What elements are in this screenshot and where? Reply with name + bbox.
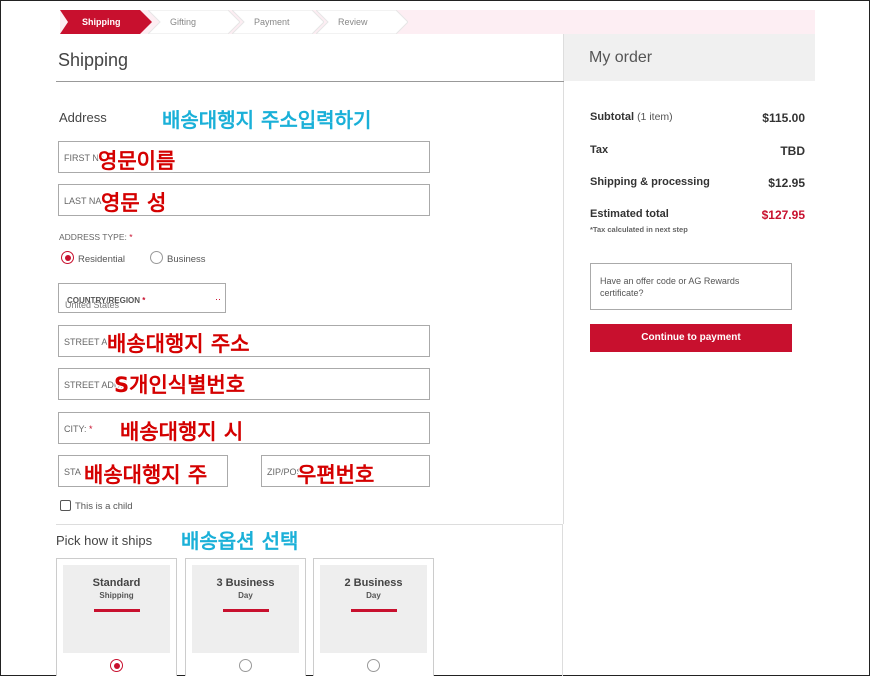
required-mark: *	[89, 424, 93, 434]
ship-option-body: 2 Business Day	[320, 565, 427, 653]
divider	[56, 81, 564, 82]
ship-option-radio[interactable]	[239, 659, 252, 672]
state-placeholder: STA	[64, 467, 81, 477]
chevron-down-icon: ‥	[214, 292, 221, 302]
annotation-first-name: 영문이름	[98, 149, 176, 173]
step-shipping[interactable]: Shipping	[60, 10, 152, 34]
offer-placeholder: Have an offer code or AG Rewards certifi…	[600, 276, 740, 298]
annotation-street2: S개인식별번호	[114, 373, 246, 397]
tax-note: *Tax calculated in next step	[590, 225, 688, 234]
last-name-placeholder: LAST NA	[64, 196, 102, 206]
required-mark: *	[129, 232, 133, 242]
step-gifting[interactable]: Gifting	[148, 10, 240, 34]
annotation-ship-option: 배송옵션 선택	[181, 529, 299, 553]
step-label: Payment	[254, 17, 290, 27]
ship-option-subtitle: Shipping	[99, 591, 134, 600]
annotation-address: 배송대행지 주소입력하기	[162, 108, 372, 132]
ship-option-standard[interactable]: Standard Shipping	[56, 558, 177, 676]
residential-label: Residential	[78, 254, 125, 265]
ship-option-radio[interactable]	[110, 659, 123, 672]
ship-option-2-day[interactable]: 2 Business Day	[313, 558, 434, 676]
subtotal-label: Subtotal	[590, 111, 634, 123]
country-select[interactable]: COUNTRY/REGION * United States ‥	[58, 283, 226, 313]
address-type-text: ADDRESS TYPE:	[59, 232, 127, 242]
shipping-row: Shipping & processing $12.95	[590, 176, 805, 190]
address-type-label: ADDRESS TYPE: *	[59, 232, 133, 242]
step-payment[interactable]: Payment	[232, 10, 324, 34]
subtotal-value: $115.00	[762, 111, 805, 125]
ship-option-bar	[222, 609, 269, 612]
step-label: Shipping	[82, 17, 121, 27]
residential-radio[interactable]	[61, 251, 74, 264]
ship-option-body: 3 Business Day	[192, 565, 299, 653]
city-input[interactable]: CITY: *	[58, 412, 430, 444]
ship-option-subtitle: Day	[238, 591, 253, 600]
step-label: Review	[338, 17, 368, 27]
subtotal-items: (1 item)	[637, 111, 673, 123]
step-review[interactable]: Review	[316, 10, 408, 34]
order-title: My order	[589, 49, 653, 66]
shipping-label: Shipping & processing	[590, 176, 710, 188]
continue-to-payment-button[interactable]: Continue to payment	[590, 324, 792, 352]
step-label: Gifting	[170, 17, 197, 27]
address-heading: Address	[59, 110, 107, 125]
subtotal-row: Subtotal (1 item) $115.00	[590, 111, 805, 125]
annotation-zip: 우편번호	[297, 463, 375, 487]
child-checkbox[interactable]	[60, 500, 71, 511]
ship-option-radio[interactable]	[367, 659, 380, 672]
city-placeholder: CITY: *	[64, 424, 93, 434]
ship-option-bar	[93, 609, 140, 612]
ship-method-heading: Pick how it ships	[56, 533, 153, 548]
ship-option-title: Standard	[92, 577, 141, 589]
total-label: Estimated total	[590, 208, 669, 220]
country-value: United States	[65, 300, 120, 310]
offer-code-input[interactable]: Have an offer code or AG Rewards certifi…	[590, 263, 792, 310]
divider	[56, 524, 562, 525]
city-placeholder-text: CITY:	[64, 424, 87, 434]
ship-option-bar	[350, 609, 397, 612]
annotation-state: 배송대행지 주	[84, 463, 208, 487]
order-summary-header: My order	[564, 34, 815, 81]
annotation-city: 배송대행지 시	[120, 420, 244, 444]
page-title: Shipping	[58, 50, 129, 70]
annotation-street: 배송대행지 주소	[107, 332, 250, 356]
checkout-steps: Shipping Gifting Payment Review	[60, 10, 815, 34]
child-checkbox-label: This is a child	[75, 501, 133, 512]
ship-option-body: Standard Shipping	[63, 565, 170, 653]
total-value: $127.95	[761, 208, 805, 222]
tax-row: Tax TBD	[590, 144, 805, 158]
street-placeholder: STREET A	[64, 337, 108, 347]
annotation-last-name: 영문 성	[101, 191, 167, 215]
business-radio[interactable]	[150, 251, 163, 264]
business-label: Business	[167, 254, 206, 265]
shipping-value: $12.95	[768, 176, 805, 190]
tax-label: Tax	[590, 144, 609, 156]
ship-option-subtitle: Day	[366, 591, 381, 600]
divider	[562, 524, 563, 676]
ship-option-3-day[interactable]: 3 Business Day	[185, 558, 306, 676]
required-mark: *	[142, 296, 146, 305]
total-row: Estimated total $127.95	[590, 208, 805, 222]
tax-value: TBD	[780, 144, 805, 158]
ship-option-title: 3 Business	[216, 577, 275, 589]
ship-option-title: 2 Business	[344, 577, 403, 589]
